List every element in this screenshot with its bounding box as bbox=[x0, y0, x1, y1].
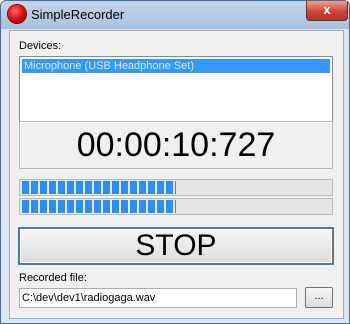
title-bar[interactable]: SimpleRecorder x bbox=[1, 1, 349, 29]
device-item[interactable]: Microphone (USB Headphone Set) bbox=[22, 59, 330, 73]
elapsed-timer: 00:00:10:727 bbox=[19, 121, 333, 169]
level-meter-right-fill bbox=[22, 200, 176, 213]
app-window: SimpleRecorder x Devices: Microphone (US… bbox=[0, 0, 350, 324]
close-icon: x bbox=[323, 2, 331, 17]
stop-button[interactable]: STOP bbox=[19, 228, 333, 264]
level-meter-left bbox=[19, 179, 333, 196]
recorded-file-path[interactable] bbox=[19, 288, 297, 308]
record-icon bbox=[8, 5, 26, 23]
window-title: SimpleRecorder bbox=[31, 7, 125, 22]
level-meter-left-fill bbox=[22, 181, 176, 194]
level-meter-right bbox=[19, 198, 333, 215]
client-area: Devices: Microphone (USB Headphone Set) … bbox=[9, 30, 344, 319]
browse-button[interactable]: ... bbox=[305, 287, 333, 308]
recorded-file-label: Recorded file: bbox=[19, 272, 87, 284]
close-button[interactable]: x bbox=[306, 1, 348, 21]
devices-label: Devices: bbox=[19, 40, 62, 52]
